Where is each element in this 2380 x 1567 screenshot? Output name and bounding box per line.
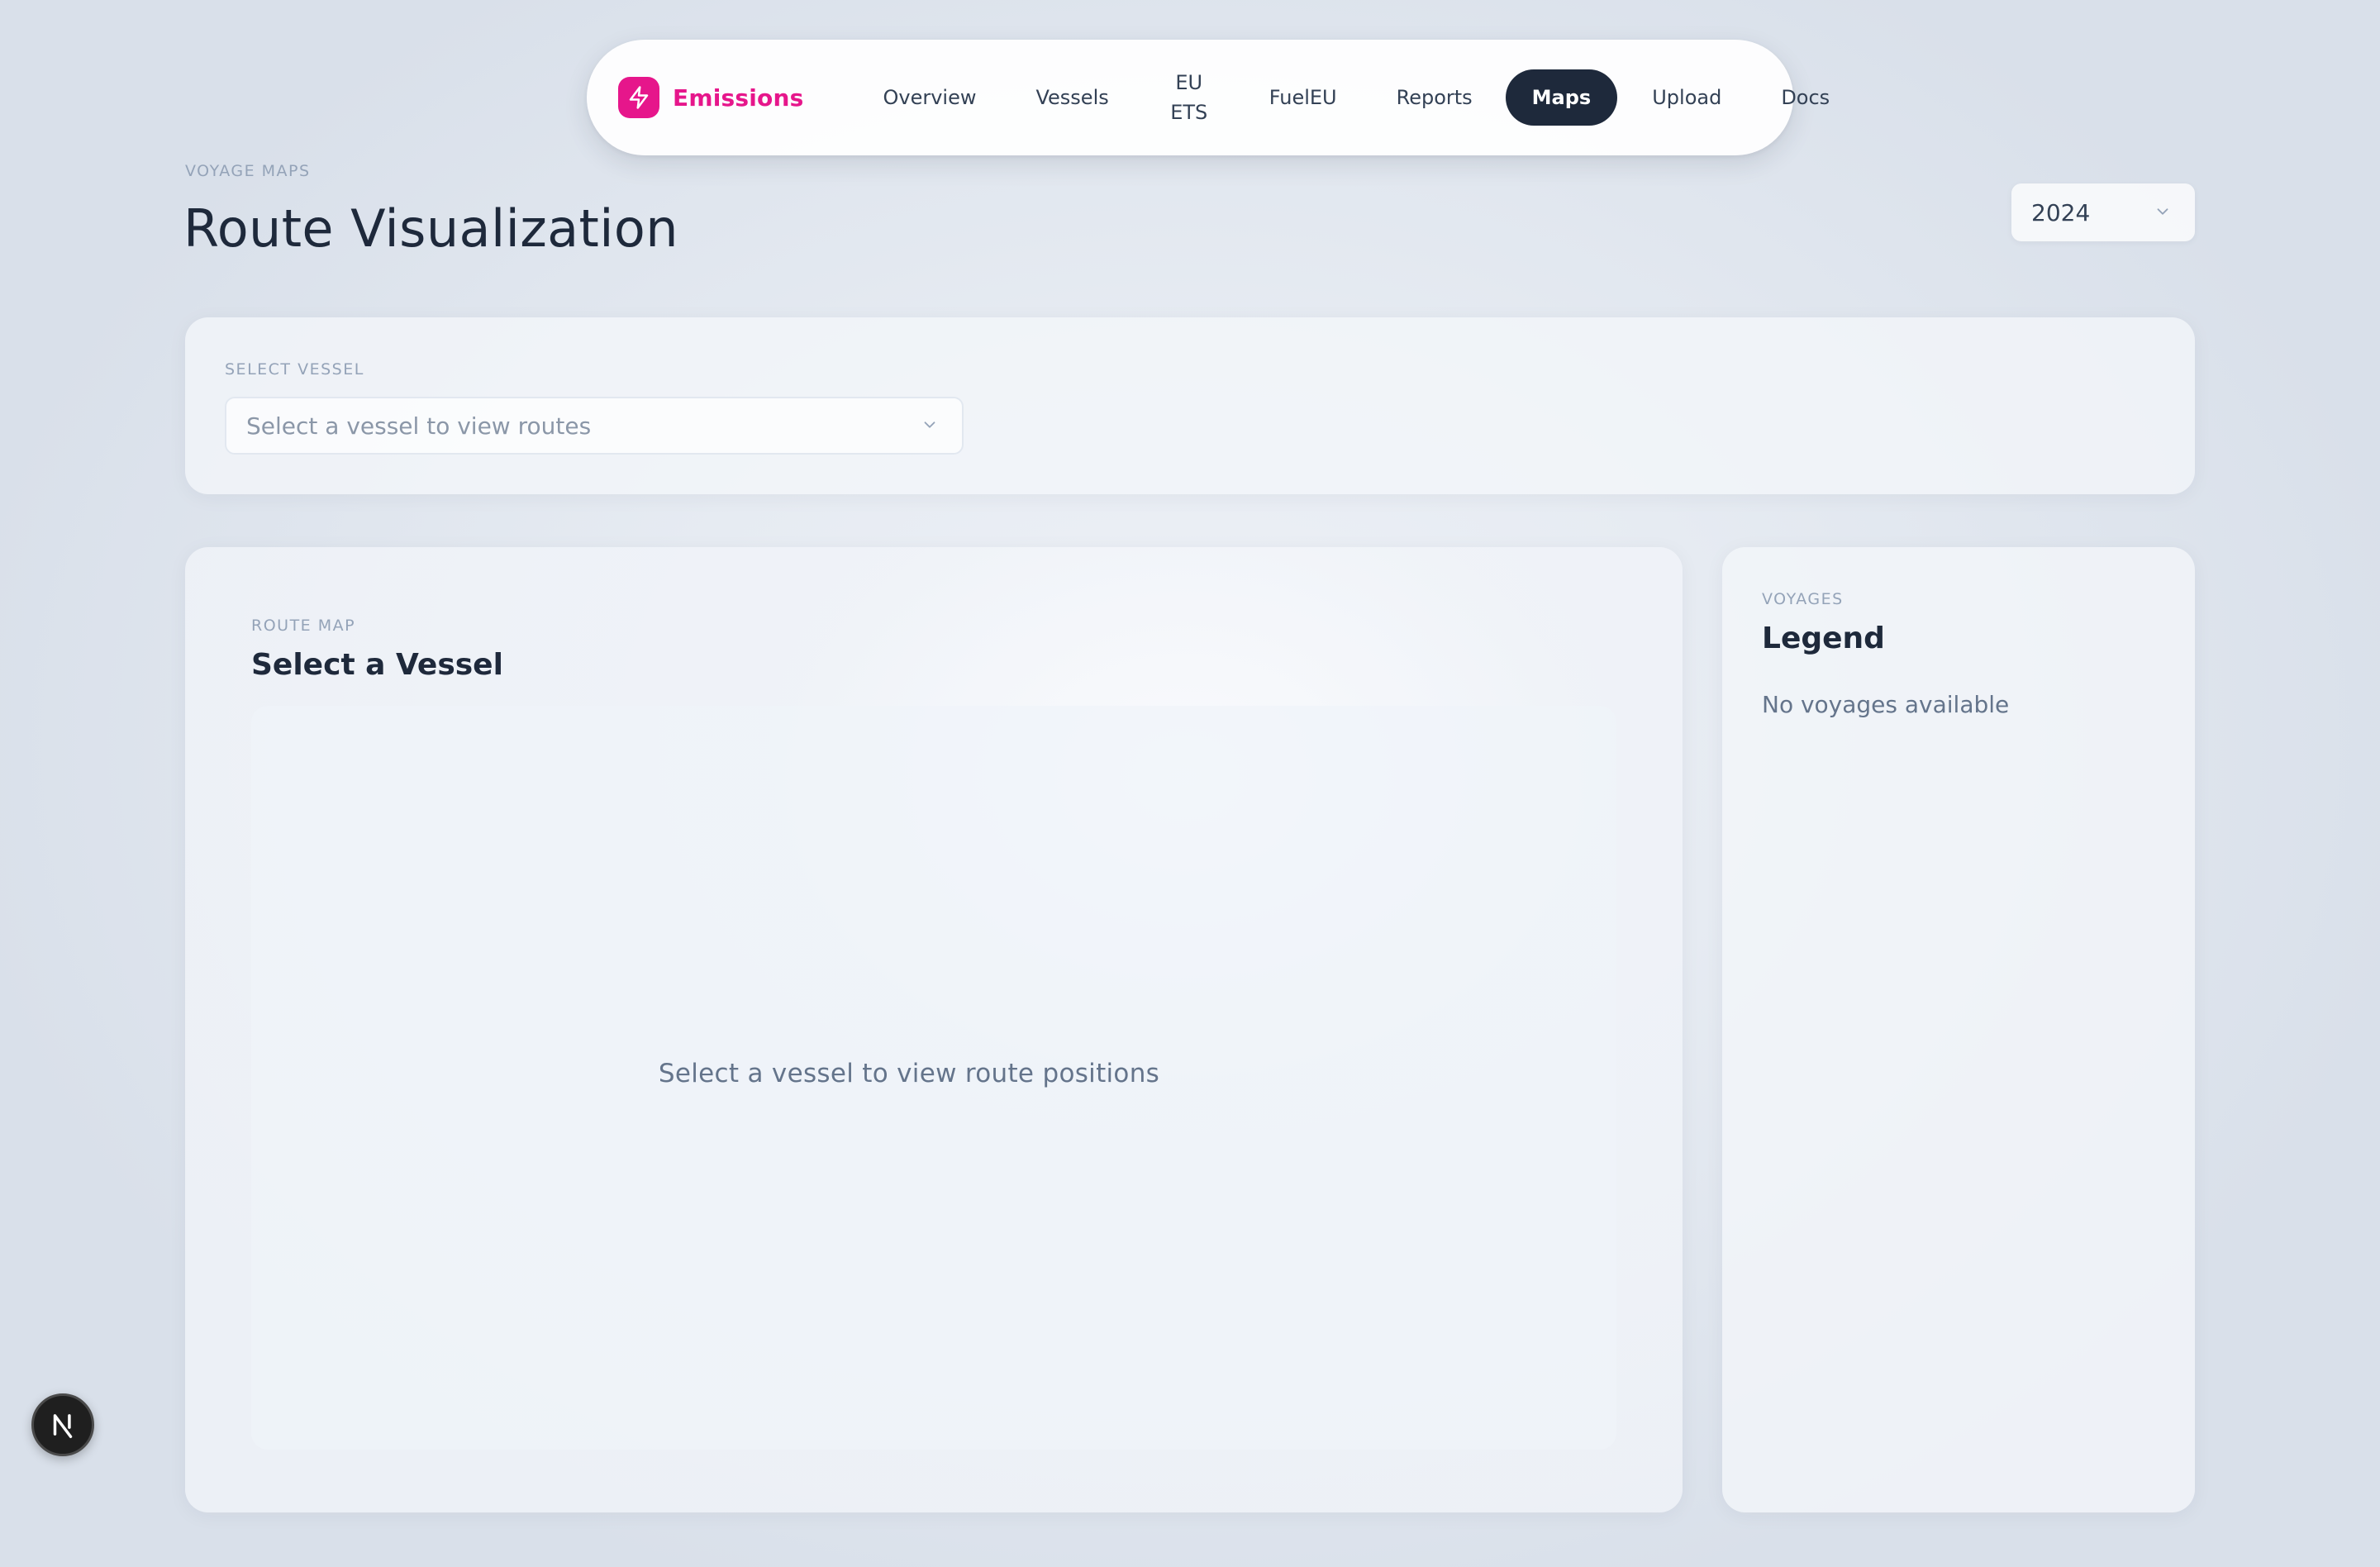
nav-item-reports[interactable]: Reports: [1367, 69, 1502, 126]
vessel-selector-card: SELECT VESSEL Select a vessel to view ro…: [185, 317, 2195, 494]
year-value: 2024: [2031, 198, 2091, 226]
year-select[interactable]: 2024: [2011, 183, 2195, 241]
route-map-title: Select a Vessel: [251, 648, 503, 682]
chevron-down-icon: [921, 412, 939, 440]
nextjs-logo-icon[interactable]: [31, 1393, 94, 1456]
map-area[interactable]: Select a vessel to view route positions: [251, 706, 1616, 1450]
nav-items: Overview Vessels EU ETS FuelEU Reports M…: [853, 69, 1859, 126]
nav-item-docs[interactable]: Docs: [1751, 69, 1859, 126]
nav-item-upload[interactable]: Upload: [1622, 69, 1751, 126]
vessel-select[interactable]: Select a vessel to view routes: [225, 397, 964, 455]
lightning-icon: [618, 77, 659, 118]
top-navigation: Emissions Overview Vessels EU ETS FuelEU…: [587, 40, 1830, 155]
nav-item-overview[interactable]: Overview: [853, 69, 1006, 126]
legend-card: VOYAGES Legend No voyages available: [1722, 547, 2195, 1512]
route-map-eyebrow: ROUTE MAP: [251, 617, 356, 635]
vessel-selector-label: SELECT VESSEL: [225, 360, 364, 379]
legend-eyebrow: VOYAGES: [1762, 590, 1844, 608]
legend-empty-message: No voyages available: [1762, 691, 2010, 718]
page-title: Route Visualization: [183, 198, 678, 259]
nav-item-fueleu[interactable]: FuelEU: [1240, 69, 1367, 126]
nav-item-eu-ets[interactable]: EU ETS: [1169, 69, 1210, 126]
vessel-select-placeholder: Select a vessel to view routes: [246, 412, 592, 440]
brand[interactable]: Emissions: [618, 77, 803, 118]
page-eyebrow: VOYAGE MAPS: [185, 162, 311, 180]
route-map-card: ROUTE MAP Select a Vessel Select a vesse…: [185, 547, 1683, 1512]
nav-item-maps[interactable]: Maps: [1505, 69, 1618, 126]
brand-name: Emissions: [673, 83, 804, 112]
map-empty-message: Select a vessel to view route positions: [658, 1059, 1160, 1088]
legend-title: Legend: [1762, 622, 1885, 655]
chevron-down-icon: [2154, 199, 2172, 226]
nav-item-vessels[interactable]: Vessels: [1006, 69, 1138, 126]
